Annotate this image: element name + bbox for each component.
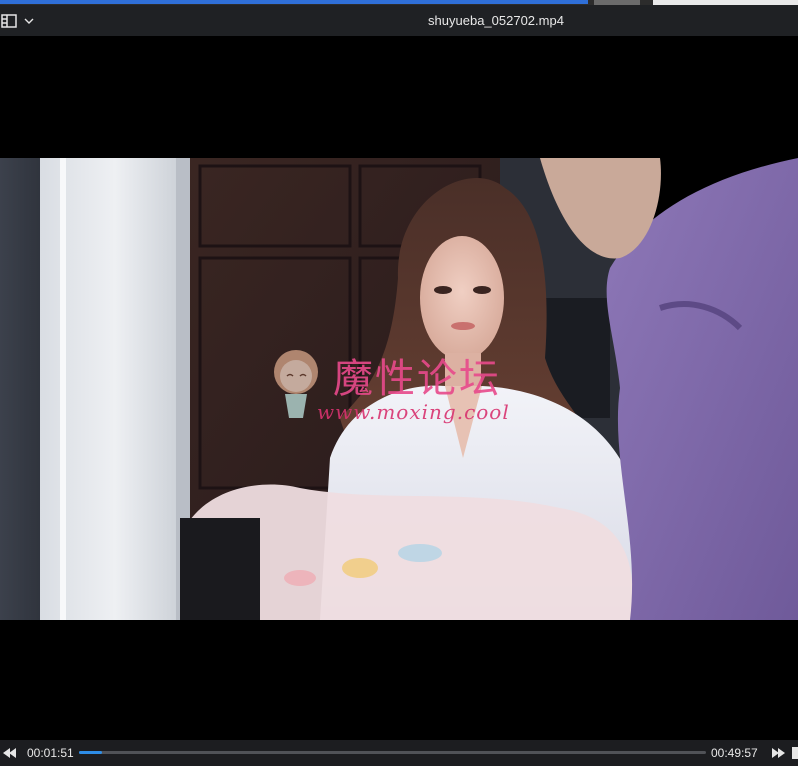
watermark-title: 魔性论坛 bbox=[333, 356, 501, 402]
watermark-url: www.moxing.cool bbox=[317, 400, 510, 424]
rewind-icon[interactable] bbox=[2, 745, 18, 761]
volume-button[interactable] bbox=[792, 747, 798, 759]
seek-bar[interactable] bbox=[79, 751, 706, 754]
total-time: 00:49:57 bbox=[711, 746, 758, 760]
title-bar: shuyueba_052702.mp4 bbox=[0, 5, 798, 36]
active-tab-indicator bbox=[0, 0, 588, 4]
playlist-icon[interactable] bbox=[1, 13, 17, 29]
current-time: 00:01:51 bbox=[27, 746, 74, 760]
control-bar: 00:01:51 00:49:57 bbox=[0, 740, 798, 766]
video-player-window: shuyueba_052702.mp4 魔性论坛 www.moxing.cool… bbox=[0, 0, 798, 766]
seek-bar-progress bbox=[79, 751, 103, 754]
playlist-menu-button[interactable] bbox=[0, 12, 40, 30]
video-area[interactable]: 魔性论坛 www.moxing.cool bbox=[0, 36, 798, 740]
window-title: shuyueba_052702.mp4 bbox=[428, 13, 564, 28]
fast-forward-icon[interactable] bbox=[770, 745, 786, 761]
chevron-down-icon[interactable] bbox=[23, 15, 35, 27]
watermark: 魔性论坛 www.moxing.cool bbox=[265, 346, 545, 466]
